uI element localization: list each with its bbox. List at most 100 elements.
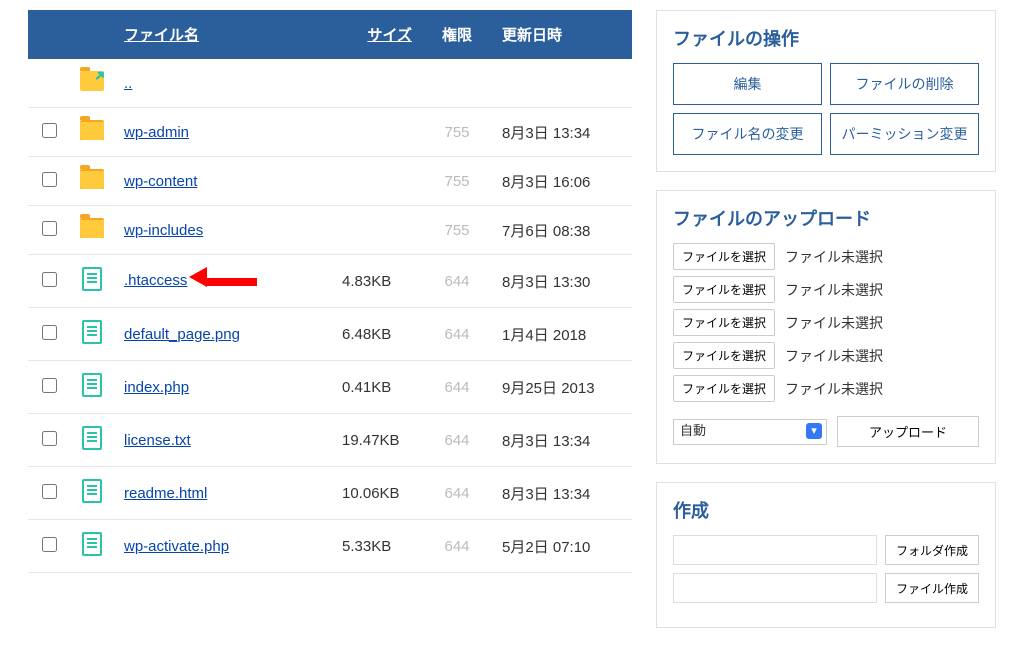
create-folder-button[interactable]: フォルダ作成 [885, 535, 979, 565]
file-date: 9月25日 2013 [492, 361, 632, 414]
file-date: 8月3日 13:34 [492, 467, 632, 520]
file-ops-panel: ファイルの操作 編集 ファイルの削除 ファイル名の変更 パーミッション変更 [656, 10, 996, 172]
file-date: 8月3日 13:30 [492, 255, 632, 308]
file-link[interactable]: wp-activate.php [124, 538, 229, 555]
create-file-button[interactable]: ファイル作成 [885, 573, 979, 603]
upload-button[interactable]: アップロード [837, 416, 979, 447]
header-date: 更新日時 [502, 27, 562, 44]
file-size: 5.33KB [332, 520, 422, 573]
row-checkbox[interactable] [42, 484, 57, 499]
file-icon [82, 479, 102, 503]
table-row: default_page.png 6.48KB6441月4日 2018 [28, 308, 632, 361]
file-link[interactable]: .htaccess [124, 272, 187, 289]
file-size: 10.06KB [332, 467, 422, 520]
up-folder-icon [80, 71, 104, 91]
file-ops-title: ファイルの操作 [673, 25, 979, 51]
choose-file-button[interactable]: ファイルを選択 [673, 375, 775, 402]
parent-dir-link[interactable]: .. [124, 75, 132, 92]
file-perm: 644 [422, 520, 492, 573]
no-file-label: ファイル未選択 [785, 280, 883, 300]
row-checkbox[interactable] [42, 325, 57, 340]
folder-icon [80, 169, 104, 189]
no-file-label: ファイル未選択 [785, 346, 883, 366]
file-link[interactable]: license.txt [124, 432, 191, 449]
file-date: 8月3日 13:34 [492, 108, 632, 157]
transfer-mode-select[interactable]: 自動 [673, 419, 827, 445]
folder-icon [80, 120, 104, 140]
folder-name-input[interactable] [673, 535, 877, 565]
choose-file-button[interactable]: ファイルを選択 [673, 309, 775, 336]
file-icon [82, 532, 102, 556]
rename-button[interactable]: ファイル名の変更 [673, 113, 822, 155]
choose-file-button[interactable]: ファイルを選択 [673, 342, 775, 369]
row-checkbox[interactable] [42, 221, 57, 236]
file-size: 0.41KB [332, 361, 422, 414]
file-icon [82, 426, 102, 450]
row-checkbox[interactable] [42, 172, 57, 187]
file-perm: 644 [422, 308, 492, 361]
table-row: license.txt 19.47KB6448月3日 13:34 [28, 414, 632, 467]
no-file-label: ファイル未選択 [785, 313, 883, 333]
sort-size-link[interactable]: サイズ [367, 27, 412, 44]
file-perm: 755 [422, 206, 492, 255]
row-checkbox[interactable] [42, 123, 57, 138]
file-perm: 644 [422, 361, 492, 414]
no-file-label: ファイル未選択 [785, 379, 883, 399]
row-checkbox[interactable] [42, 431, 57, 446]
row-checkbox[interactable] [42, 272, 57, 287]
file-link[interactable]: wp-admin [124, 124, 189, 141]
file-link[interactable]: index.php [124, 379, 189, 396]
table-row: wp-activate.php 5.33KB6445月2日 07:10 [28, 520, 632, 573]
table-row: index.php 0.41KB6449月25日 2013 [28, 361, 632, 414]
file-name-input[interactable] [673, 573, 877, 603]
parent-dir-row: .. [28, 59, 632, 108]
choose-file-button[interactable]: ファイルを選択 [673, 276, 775, 303]
row-checkbox[interactable] [42, 378, 57, 393]
file-perm: 755 [422, 108, 492, 157]
choose-file-button[interactable]: ファイルを選択 [673, 243, 775, 270]
upload-row: ファイルを選択ファイル未選択 [673, 342, 979, 369]
file-icon [82, 320, 102, 344]
upload-row: ファイルを選択ファイル未選択 [673, 276, 979, 303]
upload-title: ファイルのアップロード [673, 205, 979, 231]
create-title: 作成 [673, 497, 979, 523]
file-size: 6.48KB [332, 308, 422, 361]
file-date: 1月4日 2018 [492, 308, 632, 361]
file-icon [82, 267, 102, 291]
table-row: wp-includes 7557月6日 08:38 [28, 206, 632, 255]
file-link[interactable]: wp-content [124, 173, 197, 190]
file-size [332, 157, 422, 206]
folder-icon [80, 218, 104, 238]
file-perm: 644 [422, 414, 492, 467]
file-date: 8月3日 16:06 [492, 157, 632, 206]
sort-name-link[interactable]: ファイル名 [124, 27, 199, 44]
file-size [332, 206, 422, 255]
row-checkbox[interactable] [42, 537, 57, 552]
file-link[interactable]: readme.html [124, 485, 207, 502]
file-link[interactable]: wp-includes [124, 222, 203, 239]
table-row: readme.html 10.06KB6448月3日 13:34 [28, 467, 632, 520]
file-date: 5月2日 07:10 [492, 520, 632, 573]
table-row: wp-content 7558月3日 16:06 [28, 157, 632, 206]
delete-button[interactable]: ファイルの削除 [830, 63, 979, 105]
file-perm: 644 [422, 255, 492, 308]
file-size [332, 108, 422, 157]
create-panel: 作成 フォルダ作成 ファイル作成 [656, 482, 996, 628]
file-link[interactable]: default_page.png [124, 326, 240, 343]
upload-panel: ファイルのアップロード ファイルを選択ファイル未選択ファイルを選択ファイル未選択… [656, 190, 996, 464]
file-size: 19.47KB [332, 414, 422, 467]
file-perm: 755 [422, 157, 492, 206]
upload-row: ファイルを選択ファイル未選択 [673, 243, 979, 270]
table-header: ファイル名 サイズ 権限 更新日時 [28, 10, 632, 59]
chmod-button[interactable]: パーミッション変更 [830, 113, 979, 155]
edit-button[interactable]: 編集 [673, 63, 822, 105]
upload-row: ファイルを選択ファイル未選択 [673, 309, 979, 336]
file-date: 7月6日 08:38 [492, 206, 632, 255]
file-size: 4.83KB [332, 255, 422, 308]
file-perm: 644 [422, 467, 492, 520]
upload-row: ファイルを選択ファイル未選択 [673, 375, 979, 402]
file-icon [82, 373, 102, 397]
file-date: 8月3日 13:34 [492, 414, 632, 467]
table-row: .htaccess 4.83KB6448月3日 13:30 [28, 255, 632, 308]
header-perm: 権限 [442, 27, 472, 44]
